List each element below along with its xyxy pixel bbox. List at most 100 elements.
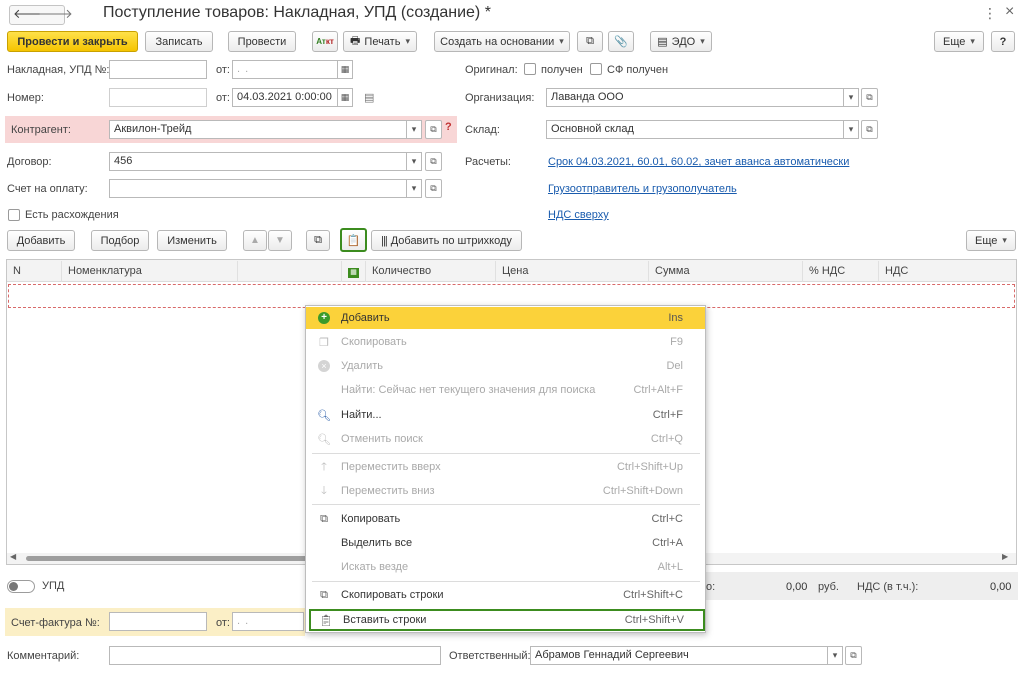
- menu-item-shortcut: Ctrl+F: [652, 409, 683, 421]
- create-based-on-button[interactable]: Создать на основании: [434, 31, 570, 52]
- copy-rows-icon[interactable]: ⧉: [306, 230, 330, 251]
- save-button[interactable]: Записать: [145, 31, 213, 52]
- menu-item-copy[interactable]: ⧉ Копировать Ctrl+C: [306, 508, 705, 530]
- col-vat-rate[interactable]: % НДС: [803, 261, 879, 282]
- change-button[interactable]: Изменить: [157, 230, 227, 251]
- cancel-search-icon: 🔍︎: [317, 433, 331, 446]
- move-down-icon[interactable]: ▼: [268, 230, 292, 251]
- invoice-no-input[interactable]: [109, 60, 207, 79]
- scroll-thumb[interactable]: [26, 556, 316, 561]
- contract-input[interactable]: 456: [109, 152, 407, 171]
- menu-item-move-up[interactable]: 🡑 Переместить вверх Ctrl+Shift+Up: [306, 456, 705, 478]
- original-received-checkbox[interactable]: [524, 63, 536, 75]
- menu-item-shortcut: Ctrl+Q: [650, 433, 683, 445]
- settlements-link[interactable]: Срок 04.03.2021, 60.01, 60.02, зачет ава…: [548, 156, 849, 168]
- menu-separator: [312, 581, 700, 582]
- add-row-button[interactable]: Добавить: [7, 230, 75, 251]
- sf-received-checkbox[interactable]: [590, 63, 602, 75]
- sf-number-input[interactable]: [109, 612, 207, 631]
- counterparty-input[interactable]: Аквилон-Трейд: [109, 120, 407, 139]
- dropdown-icon[interactable]: ▾: [407, 152, 422, 171]
- menu-item-select-all[interactable]: Выделить все Ctrl+A: [306, 532, 705, 554]
- close-icon[interactable]: ×: [1005, 3, 1014, 21]
- open-icon[interactable]: ⧉: [425, 179, 442, 198]
- paperclip-icon[interactable]: 📎: [608, 31, 634, 52]
- menu-item-label: Выделить все: [341, 537, 413, 549]
- menu-item-move-down[interactable]: 🡓 Переместить вниз Ctrl+Shift+Down: [306, 480, 705, 502]
- scroll-right-icon[interactable]: ▶: [1002, 552, 1008, 561]
- arrow-up-icon: 🡑: [321, 460, 327, 473]
- number-date-input[interactable]: 04.03.2021 0:00:00: [232, 88, 338, 107]
- dropdown-icon[interactable]: ▾: [407, 179, 422, 198]
- structure-icon[interactable]: ⧉: [577, 31, 603, 52]
- calendar-icon[interactable]: ▦: [338, 88, 353, 107]
- calendar-icon[interactable]: ▦: [338, 60, 353, 79]
- invoice-date-input[interactable]: . .: [232, 60, 338, 79]
- col-n[interactable]: N: [7, 261, 62, 282]
- info-icon[interactable]: ▤: [364, 91, 374, 104]
- number-input[interactable]: [109, 88, 207, 107]
- open-icon[interactable]: ⧉: [845, 646, 862, 665]
- col-nomenclature[interactable]: Номенклатура: [62, 261, 238, 282]
- total-value: 0,00: [786, 581, 808, 593]
- post-and-close-button[interactable]: Провести и закрыть: [7, 31, 138, 52]
- print-button[interactable]: 🖶 Печать: [343, 31, 417, 52]
- shipper-link[interactable]: Грузоотправитель и грузополучатель: [548, 183, 737, 195]
- more-dots-icon[interactable]: ⋮: [983, 5, 997, 22]
- menu-item-copy-row[interactable]: ❐ Скопировать F9: [306, 331, 705, 353]
- menu-item-find[interactable]: 🔍︎ Найти... Ctrl+F: [306, 404, 705, 426]
- dropdown-icon[interactable]: ▾: [844, 120, 859, 139]
- dropdown-icon[interactable]: ▾: [407, 120, 422, 139]
- pay-invoice-label: Счет на оплату:: [7, 183, 88, 195]
- menu-item-delete[interactable]: × Удалить Del: [306, 355, 705, 377]
- menu-item-shortcut: Ins: [668, 312, 683, 324]
- menu-item-search-everywhere[interactable]: Искать везде Alt+L: [306, 556, 705, 578]
- col-vat[interactable]: НДС: [879, 261, 1016, 282]
- organization-input[interactable]: Лаванда ООО: [546, 88, 844, 107]
- help-mark[interactable]: ?: [445, 121, 452, 133]
- responsible-label: Ответственный:: [449, 650, 531, 662]
- move-up-icon[interactable]: ▲: [243, 230, 267, 251]
- vat-link[interactable]: НДС сверху: [548, 209, 609, 221]
- col-price[interactable]: Цена: [496, 261, 649, 282]
- menu-item-shortcut: Ctrl+A: [652, 537, 683, 549]
- dropdown-icon[interactable]: ▾: [828, 646, 843, 665]
- menu-item-label: Найти...: [341, 409, 382, 421]
- dt-kt-icon[interactable]: Ат кт: [312, 31, 338, 52]
- open-icon[interactable]: ⧉: [861, 88, 878, 107]
- help-button[interactable]: ?: [991, 31, 1015, 52]
- menu-item-add[interactable]: + Добавить Ins: [306, 307, 705, 329]
- warehouse-input[interactable]: Основной склад: [546, 120, 844, 139]
- open-icon[interactable]: ⧉: [425, 152, 442, 171]
- paste-rows-icon[interactable]: 📋: [340, 228, 367, 252]
- discrepancy-checkbox[interactable]: [8, 209, 20, 221]
- post-button[interactable]: Провести: [228, 31, 296, 52]
- sf-date-input[interactable]: . .: [232, 612, 304, 631]
- open-icon[interactable]: ⧉: [425, 120, 442, 139]
- edo-button[interactable]: ▤ ЭДО: [650, 31, 712, 52]
- barcode-button[interactable]: ||| Добавить по штрихкоду: [371, 230, 522, 251]
- col-calc[interactable]: ▦: [342, 261, 366, 282]
- pay-invoice-input[interactable]: [109, 179, 407, 198]
- menu-item-paste-rows[interactable]: 📋︎ Вставить строки Ctrl+Shift+V: [309, 609, 705, 631]
- open-icon[interactable]: ⧉: [861, 120, 878, 139]
- menu-item-cancel-search[interactable]: 🔍︎ Отменить поиск Ctrl+Q: [306, 428, 705, 450]
- menu-item-find-current[interactable]: Найти: Сейчас нет текущего значения для …: [306, 379, 705, 401]
- comment-input[interactable]: [109, 646, 441, 665]
- scroll-left-icon[interactable]: ◀: [10, 552, 16, 561]
- upd-toggle[interactable]: [7, 580, 35, 593]
- currency-label: руб.: [818, 581, 839, 593]
- table-more-button[interactable]: Еще: [966, 230, 1016, 251]
- back-arrow-icon[interactable]: 🡐: [13, 6, 48, 24]
- responsible-input[interactable]: Абрамов Геннадий Сергеевич: [530, 646, 828, 665]
- forward-arrow-icon[interactable]: 🡒: [38, 6, 73, 24]
- select-button[interactable]: Подбор: [91, 230, 149, 251]
- more-button[interactable]: Еще: [934, 31, 984, 52]
- col-blank[interactable]: [238, 261, 342, 282]
- delete-icon: ×: [317, 359, 331, 373]
- dropdown-icon[interactable]: ▾: [844, 88, 859, 107]
- col-sum[interactable]: Сумма: [649, 261, 803, 282]
- menu-item-label: Скопировать строки: [341, 589, 444, 601]
- col-quantity[interactable]: Количество: [366, 261, 496, 282]
- menu-item-copy-rows[interactable]: ⧉ Скопировать строки Ctrl+Shift+C: [306, 584, 705, 606]
